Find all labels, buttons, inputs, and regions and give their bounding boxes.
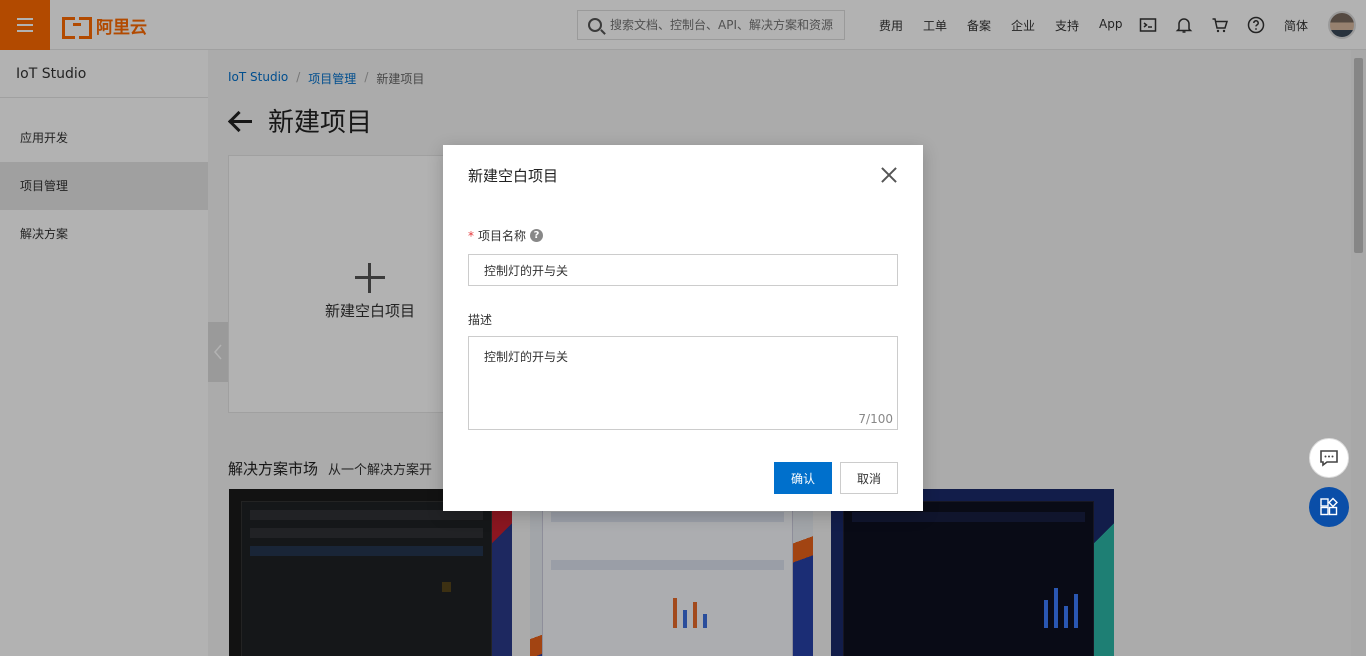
apps-grid-icon <box>1320 497 1338 516</box>
cancel-button[interactable]: 取消 <box>840 462 898 494</box>
close-icon[interactable] <box>880 166 898 184</box>
description-label: 描述 <box>468 313 493 327</box>
chat-float-button[interactable] <box>1309 438 1349 478</box>
confirm-button[interactable]: 确认 <box>774 462 832 494</box>
description-textarea[interactable]: 控制灯的开与关 <box>468 336 898 430</box>
project-name-input[interactable] <box>468 254 898 286</box>
required-marker: * <box>468 228 474 243</box>
char-counter: 7/100 <box>858 412 893 426</box>
new-project-dialog: 新建空白项目 * 项目名称 ? 描述 控制灯的开与关 7/100 确认 取消 <box>443 145 923 511</box>
chat-icon <box>1320 450 1338 467</box>
help-circle-icon[interactable]: ? <box>530 229 544 242</box>
apps-float-button[interactable] <box>1309 487 1349 527</box>
dialog-title: 新建空白项目 <box>468 167 559 185</box>
project-name-label: * 项目名称 ? <box>468 227 544 244</box>
project-name-label-text: 项目名称 <box>478 229 527 243</box>
